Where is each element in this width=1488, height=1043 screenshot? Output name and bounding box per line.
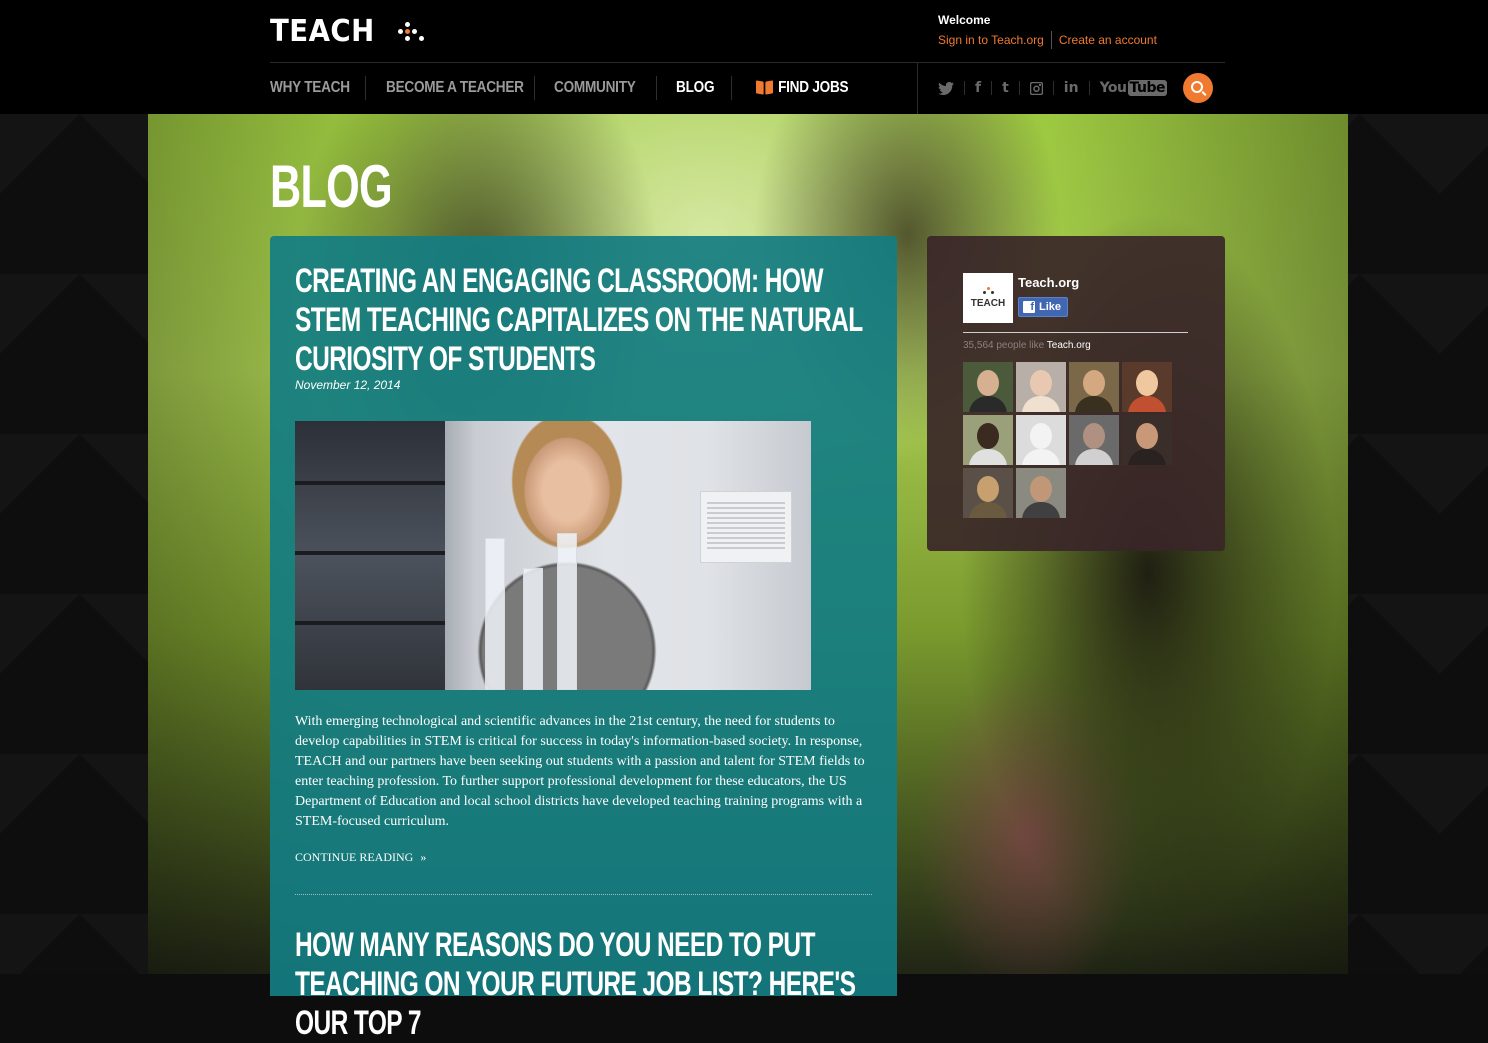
chevron-right-icon: » [420,850,427,864]
image-cylinder [485,538,505,690]
fan-avatar[interactable] [963,468,1013,518]
facebook-fan-faces [963,362,1175,518]
divider [1088,81,1090,95]
fan-avatar[interactable] [963,415,1013,465]
fan-avatar[interactable] [1069,415,1119,465]
tumblr-icon[interactable]: t [1002,78,1009,98]
facebook-like-box: TEACH Teach.org f Like 35,564 people lik… [927,236,1225,551]
divider [731,76,732,100]
post-excerpt: With emerging technological and scientif… [295,714,865,829]
social-links: f t in You Tube [938,78,1167,98]
divider [365,76,366,100]
facebook-icon: f [1023,301,1035,313]
facebook-icon[interactable]: f [975,78,981,98]
post-date: November 12, 2014 [295,378,401,392]
youtube-icon[interactable]: You Tube [1100,78,1167,98]
facebook-page-name[interactable]: Teach.org [1018,275,1079,290]
post-image[interactable] [295,421,811,690]
divider [534,76,535,100]
youtube-you: You [1099,80,1127,96]
blog-post-panel: CREATING AN ENGAGING CLASSROOM: HOW STEM… [270,236,897,1042]
linkedin-icon[interactable]: in [1064,78,1079,98]
post-title[interactable]: HOW MANY REASONS DO YOU NEED TO PUT TEAC… [295,926,871,1043]
divider [270,62,1225,63]
page-title: BLOG [270,153,393,220]
divider [1050,31,1052,49]
fan-avatar[interactable] [963,362,1013,412]
fan-count-page: Teach.org [1046,340,1091,351]
nav-item-find-jobs[interactable]: FIND JOBS [756,79,849,97]
nav-item-blog[interactable]: BLOG [676,79,715,97]
sign-in-link[interactable]: Sign in to Teach.org [938,33,1044,47]
post-title[interactable]: CREATING AN ENGAGING CLASSROOM: HOW STEM… [295,262,871,379]
blog-post: HOW MANY REASONS DO YOU NEED TO PUT TEAC… [295,926,1095,1043]
logo-text: TEACH [270,13,375,49]
fan-avatar[interactable] [1122,415,1172,465]
fan-count-text: 35,564 people like [963,340,1045,351]
divider [963,332,1188,333]
facebook-like-button[interactable]: f Like [1018,297,1069,317]
continue-reading-label: CONTINUE READING [295,850,414,864]
nav-item-why-teach[interactable]: WHY TEACH [270,79,350,97]
logo-dots-icon [982,287,994,294]
divider [991,81,993,95]
facebook-fan-count: 35,564 people like Teach.org [963,340,1091,351]
fan-avatar[interactable] [1016,468,1066,518]
divider [656,76,657,100]
fan-avatar[interactable] [1069,362,1119,412]
youtube-tube: Tube [1127,80,1167,96]
welcome-text: Welcome [938,13,991,27]
like-label: Like [1039,301,1062,313]
image-ac-unit [700,491,792,563]
continue-reading-link[interactable]: CONTINUE READING » [295,850,426,865]
facebook-page-avatar[interactable]: TEACH [963,273,1013,323]
twitter-icon[interactable] [938,78,954,98]
search-icon [1191,81,1203,93]
fan-avatar[interactable] [1016,415,1066,465]
image-shelf [295,421,445,690]
book-icon [756,81,773,95]
logo-dots-icon [397,21,424,41]
nav-item-become-a-teacher[interactable]: BECOME A TEACHER [386,79,524,97]
fan-avatar[interactable] [1122,362,1172,412]
divider [917,63,918,114]
account-links: Sign in to Teach.org Create an account [938,31,1157,49]
search-button[interactable] [1183,73,1213,103]
image-cylinder [523,568,543,690]
divider [1052,81,1054,95]
divider [964,81,965,95]
logo[interactable]: TEACH [270,13,424,49]
divider [295,894,872,895]
instagram-icon[interactable] [1029,78,1043,98]
divider [1018,81,1020,95]
create-account-link[interactable]: Create an account [1059,33,1157,47]
avatar-text: TEACH [970,298,1006,309]
nav-item-community[interactable]: COMMUNITY [554,79,636,97]
fan-avatar[interactable] [1016,362,1066,412]
site-header: TEACH Welcome Sign in to Teach.org Creat… [0,0,1488,114]
image-cylinder [557,533,577,690]
find-jobs-label: FIND JOBS [778,79,849,96]
